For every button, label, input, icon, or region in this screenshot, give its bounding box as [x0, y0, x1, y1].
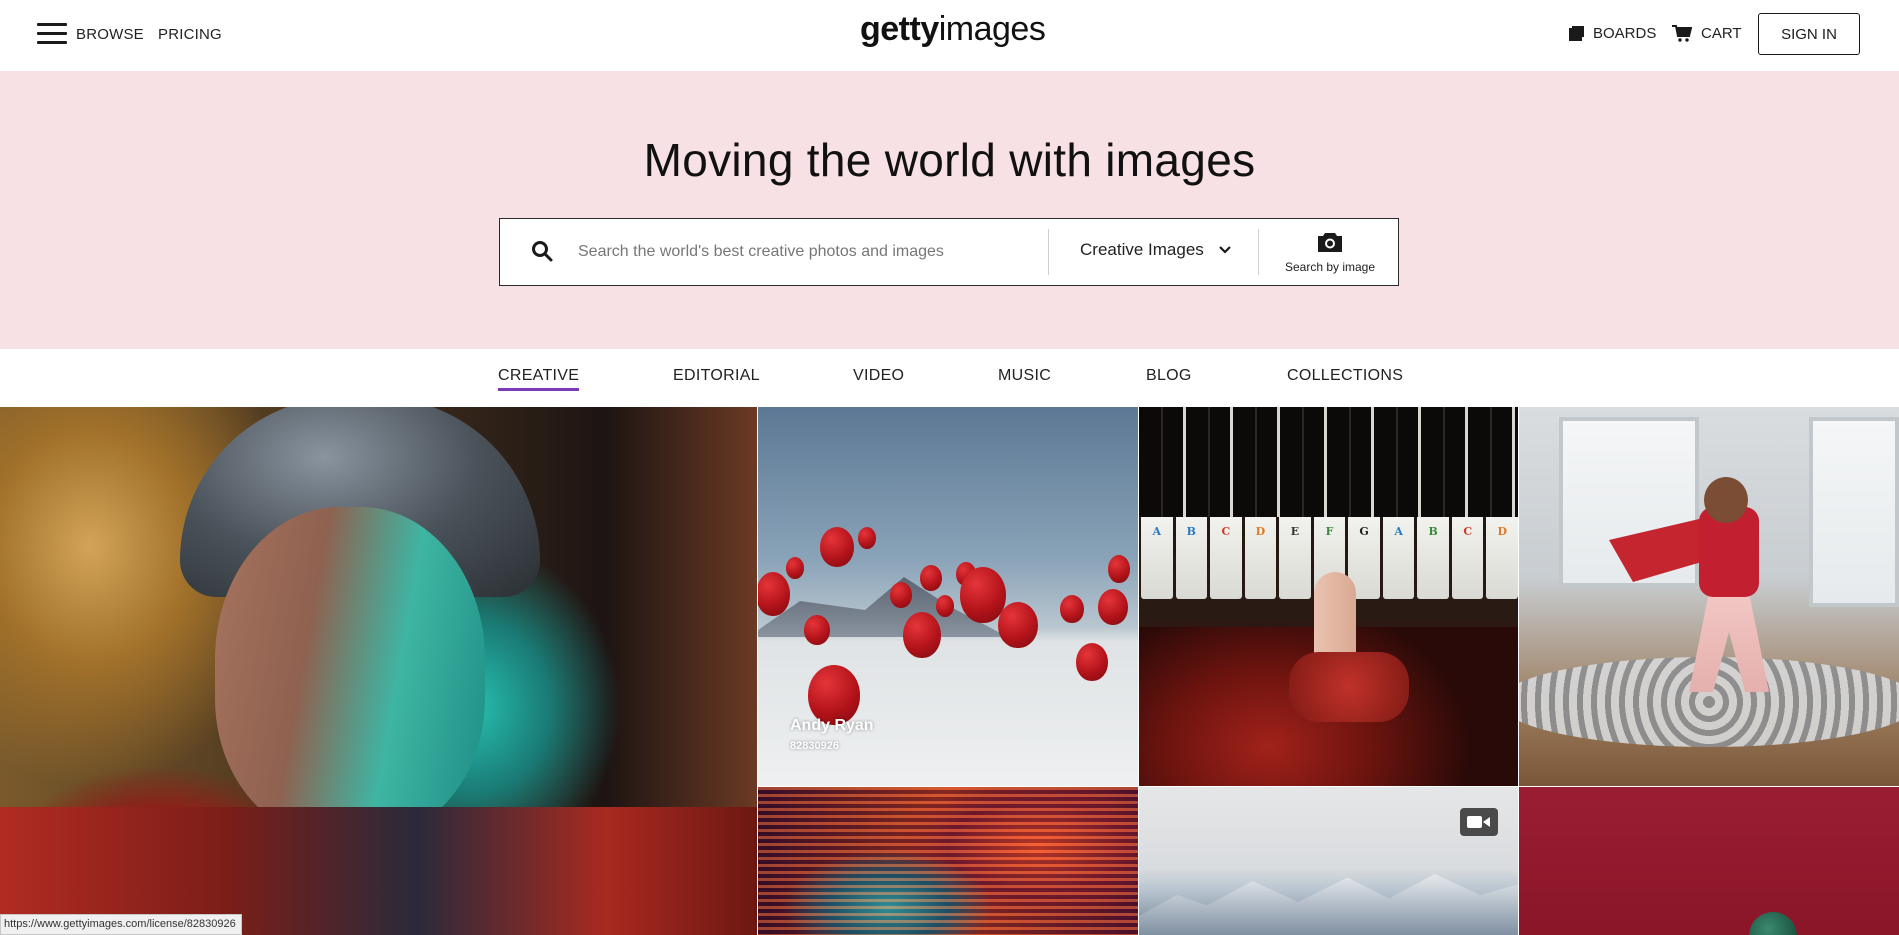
cart-link[interactable]: CART [1672, 25, 1742, 42]
piano-key: B [1175, 517, 1208, 599]
photo-balloon [1076, 643, 1108, 681]
photo-green-ball [1749, 912, 1797, 935]
photo-balloon [936, 595, 954, 617]
photo-balloon [903, 612, 941, 658]
piano-key-letter: C [1463, 525, 1473, 538]
tab-creative[interactable]: CREATIVE [498, 367, 580, 391]
gettyimages-logo[interactable]: gettyimages [860, 10, 1046, 49]
piano-key-letter: E [1290, 525, 1300, 538]
photo-piano-black-keys [1139, 407, 1518, 517]
pricing-link[interactable]: PRICING [158, 26, 222, 43]
tab-editorial[interactable]: EDITORIAL [673, 367, 760, 385]
photo-face [215, 507, 485, 837]
search-by-image-label: Search by image [1284, 260, 1376, 274]
piano-key-letter: F [1325, 525, 1334, 538]
hero-banner: Moving the world with images Creative Im… [0, 71, 1899, 349]
boards-label: BOARDS [1593, 25, 1657, 42]
piano-key-letter: A [1394, 525, 1403, 538]
photo-balloon [890, 582, 912, 608]
search-bar: Creative Images Search by image [499, 218, 1399, 286]
piano-key: A [1382, 517, 1415, 599]
piano-key: E [1279, 517, 1311, 599]
photo-balloon [786, 557, 804, 579]
tab-blog[interactable]: BLOG [1146, 367, 1192, 385]
image-grid: Andy Ryan 82830926 A B C D E F G A B C D [0, 407, 1899, 935]
piano-key-letter: A [1152, 525, 1162, 538]
piano-key: D [1486, 517, 1518, 599]
image-tile-helmet-portrait[interactable] [0, 407, 757, 935]
hamburger-menu-icon[interactable] [37, 23, 67, 45]
photo-window [1809, 417, 1899, 607]
logo-bold-text: getty [860, 10, 939, 48]
cart-icon [1672, 25, 1692, 42]
piano-key: D [1244, 517, 1277, 599]
photo-balloon [858, 527, 876, 549]
search-divider [1258, 229, 1259, 275]
hero-title: Moving the world with images [643, 134, 1256, 186]
photo-child-head [1704, 477, 1748, 523]
piano-key: C [1451, 517, 1484, 599]
piano-key: B [1417, 517, 1449, 599]
tab-collections[interactable]: COLLECTIONS [1287, 367, 1403, 385]
boards-link[interactable]: BOARDS [1569, 25, 1656, 42]
piano-key-letter: C [1221, 525, 1231, 538]
photo-balloon [1060, 595, 1084, 623]
image-tile-red-background[interactable] [1519, 787, 1899, 935]
tab-video[interactable]: VIDEO [853, 367, 904, 385]
photo-balloon [1108, 555, 1130, 583]
piano-key: A [1141, 517, 1173, 599]
image-id: 82830926 [790, 740, 839, 752]
site-header: BROWSE PRICING gettyimages BOARDS CART S… [0, 0, 1899, 71]
piano-key: C [1210, 517, 1242, 599]
piano-key-letter: D [1255, 525, 1266, 538]
photo-peaks [1139, 874, 1518, 935]
photo-balloon [998, 602, 1038, 648]
image-tile-abstract-glitch[interactable] [758, 787, 1138, 935]
image-tile-piano[interactable]: A B C D E F G A B C D [1139, 407, 1518, 786]
image-type-dropdown[interactable]: Creative Images [1080, 240, 1232, 260]
photo-balloon [804, 615, 830, 645]
search-icon[interactable] [530, 239, 554, 263]
browser-status-url: https://www.gettyimages.com/license/8283… [0, 914, 242, 935]
browse-link[interactable]: BROWSE [76, 26, 144, 43]
cart-label: CART [1701, 25, 1742, 42]
image-tile-snowy-mountains-video[interactable] [1139, 787, 1518, 935]
photo-sleeve-cuff [1289, 652, 1409, 722]
logo-light-text: images [938, 10, 1046, 48]
photo-balloon [820, 527, 854, 567]
piano-key-letter: B [1186, 525, 1196, 538]
photo-balloon [1098, 589, 1128, 625]
camera-icon [1318, 233, 1342, 252]
image-type-selected: Creative Images [1080, 240, 1204, 259]
video-camera-icon [1460, 808, 1498, 836]
photo-balloon [808, 665, 860, 725]
photo-balloon [758, 572, 790, 616]
image-artist-name[interactable]: Andy Ryan [790, 717, 874, 735]
sign-in-button[interactable]: SIGN IN [1758, 13, 1860, 55]
boards-icon [1569, 26, 1584, 41]
piano-key-letter: B [1428, 525, 1438, 538]
tab-music[interactable]: MUSIC [998, 367, 1051, 385]
content-tabs: CREATIVE EDITORIAL VIDEO MUSIC BLOG COLL… [0, 349, 1899, 407]
piano-key-letter: D [1497, 525, 1508, 538]
piano-key-letter: G [1359, 525, 1369, 538]
image-tile-superhero-girl[interactable] [1519, 407, 1899, 786]
search-input[interactable] [578, 229, 1038, 275]
search-divider [1048, 229, 1049, 275]
search-by-image-button[interactable]: Search by image [1260, 231, 1400, 274]
image-tile-red-balloons[interactable]: Andy Ryan 82830926 [758, 407, 1138, 786]
chevron-down-icon [1219, 246, 1231, 254]
photo-balloon [920, 565, 942, 591]
